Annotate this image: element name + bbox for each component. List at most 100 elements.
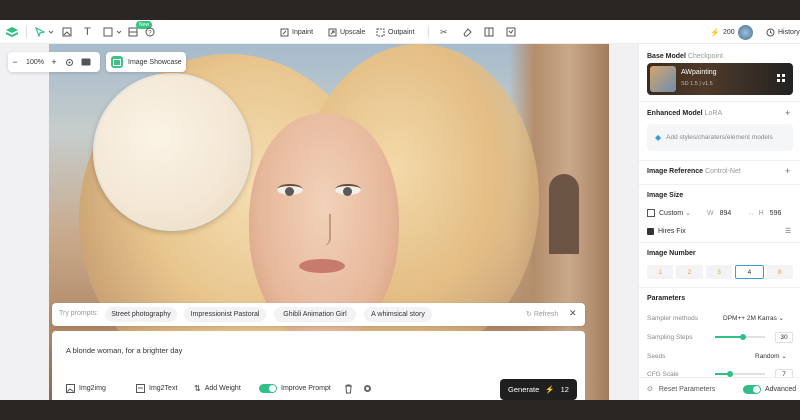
add-weight-button[interactable]: ⇅ Add Weight (194, 384, 241, 393)
steps-slider-knob[interactable] (739, 334, 746, 340)
sampler-select[interactable]: DPM++ 2M Karras ⌄ (723, 314, 784, 322)
aspect-icon (647, 209, 655, 217)
generate-button[interactable]: Generate ⚡ 12 (500, 379, 577, 400)
settings-button[interactable] (363, 384, 372, 393)
lightning-icon: ⚡ (710, 27, 720, 37)
image-number-option[interactable]: 1 (647, 265, 674, 279)
image-number-option[interactable]: 2 (676, 265, 703, 279)
text-tool[interactable]: T (84, 24, 91, 40)
image-tool[interactable] (62, 24, 72, 40)
outpaint-button[interactable]: Outpaint (376, 24, 414, 40)
app-logo[interactable] (5, 24, 19, 40)
model-thumbnail (650, 66, 676, 92)
scissors-button[interactable]: ✂ (440, 24, 448, 40)
sliders-icon[interactable]: ☰ (785, 227, 791, 235)
chevron-down-icon (116, 29, 122, 35)
history-button[interactable]: History (766, 24, 800, 40)
hires-fix-checkbox[interactable] (647, 227, 654, 235)
image-number-title: Image Number (647, 250, 696, 257)
minimap-icon[interactable] (78, 58, 94, 66)
reset-icon: ⊙ (647, 386, 653, 393)
style-icon: ◆ (655, 133, 662, 142)
grid-icon[interactable] (777, 74, 785, 82)
image-number-option[interactable]: 8 (766, 265, 794, 279)
upscale-button[interactable]: Upscale (328, 24, 365, 40)
inpaint-label: Inpaint (292, 28, 314, 36)
image-number-option-selected[interactable]: 4 (735, 265, 764, 279)
advanced-toggle[interactable] (743, 384, 761, 394)
seeds-select[interactable]: Random ⌄ (755, 352, 787, 360)
delete-button[interactable] (344, 384, 353, 394)
improve-prompt-toggle[interactable]: Improve Prompt (259, 384, 331, 393)
hires-fix-label: Hires Fix (658, 227, 686, 235)
img2text-label: Img2Text (149, 385, 178, 392)
zoom-out-button[interactable]: − (8, 57, 22, 67)
history-label: History (778, 28, 800, 36)
outpaint-icon (376, 28, 385, 37)
prompt-editor: A blonde woman, for a brighter day Img2i… (52, 331, 585, 400)
lightning-icon: ⚡ (545, 385, 555, 394)
base-model-card[interactable]: AWpainting SD 1.5 | v1.5 (647, 63, 793, 95)
close-icon[interactable]: ✕ (569, 308, 577, 319)
prompt-input[interactable]: A blonde woman, for a brighter day (66, 346, 182, 355)
inpaint-icon (280, 28, 289, 37)
width-input[interactable]: 894 (720, 210, 748, 217)
split-view-button[interactable] (484, 24, 494, 40)
refresh-button[interactable]: ↻ Refresh (526, 310, 558, 318)
seeds-row: Seeds Random ⌄ (647, 350, 793, 362)
zoom-control: − 100% + (8, 52, 100, 72)
steps-input[interactable]: 30 (775, 331, 793, 343)
img2img-button[interactable]: Img2img (66, 384, 106, 393)
credits-display[interactable]: ⚡ 200 (710, 24, 735, 40)
credits-value: 200 (722, 28, 735, 36)
select-tool[interactable] (35, 24, 54, 40)
generate-cost: 12 (560, 385, 569, 394)
fit-icon[interactable] (60, 58, 78, 67)
question-icon: ? (145, 27, 155, 37)
image-reference-title: Image Reference Control-Net (647, 168, 741, 175)
zoom-value[interactable]: 100% (22, 59, 48, 66)
prompt-chip[interactable]: A whimsical story (364, 307, 432, 322)
steps-slider[interactable] (715, 334, 765, 340)
height-input[interactable]: 596 (770, 210, 782, 217)
showcase-label: Image Showcase (128, 58, 182, 66)
canvas-area[interactable]: − 100% + Image Showcase Try prompts: Str… (0, 44, 638, 400)
seeds-label: Seeds (647, 352, 666, 360)
square-icon (103, 27, 113, 37)
image-lips (299, 259, 345, 273)
size-preset-select[interactable]: Custom ⌄ (659, 209, 707, 217)
chevron-down-icon (48, 29, 54, 35)
generate-label: Generate (508, 385, 540, 394)
add-weight-label: Add Weight (204, 385, 241, 392)
user-avatar[interactable] (738, 24, 753, 40)
history-view-button[interactable] (506, 24, 516, 40)
help-button[interactable]: ? (145, 24, 155, 40)
link-icon[interactable]: ↔ (748, 210, 755, 217)
cfg-slider[interactable] (715, 371, 765, 377)
base-model-title: Base Model Checkpoint (647, 53, 723, 60)
image-number-option[interactable]: 3 (705, 265, 733, 279)
frame-icon (128, 27, 138, 37)
toggle-switch[interactable] (259, 384, 277, 393)
prompt-chip[interactable]: Ghibli Animation Girl (274, 307, 356, 322)
add-lora-field[interactable]: ◆ Add styles/charaters/element models (647, 124, 793, 151)
add-lora-plus-icon[interactable]: + (785, 108, 790, 118)
shape-tool[interactable] (103, 24, 122, 40)
width-label: W (707, 209, 714, 217)
img2text-button[interactable]: Img2Text (136, 384, 177, 393)
scissors-icon: ✂ (440, 26, 448, 37)
sampling-steps-row: Sampling Steps 30 (647, 331, 793, 343)
steps-slider-fill (715, 336, 743, 338)
prompt-chip[interactable]: Street photography (105, 307, 177, 322)
inpaint-button[interactable]: Inpaint (280, 24, 313, 40)
add-controlnet-plus-icon[interactable]: + (785, 166, 790, 176)
magnifier-lens[interactable] (93, 73, 251, 231)
image-showcase-button[interactable]: Image Showcase (106, 52, 186, 72)
gear-icon (363, 384, 372, 393)
eraser-button[interactable] (462, 24, 472, 40)
zoom-in-button[interactable]: + (48, 57, 60, 67)
clock-icon (766, 28, 775, 37)
prompt-chip[interactable]: Impressionist Pastoral (184, 307, 266, 322)
image-size-row: Custom ⌄ W 894 ↔ H 596 (647, 207, 793, 219)
reset-parameters-button[interactable]: Reset Parameters (659, 386, 715, 393)
